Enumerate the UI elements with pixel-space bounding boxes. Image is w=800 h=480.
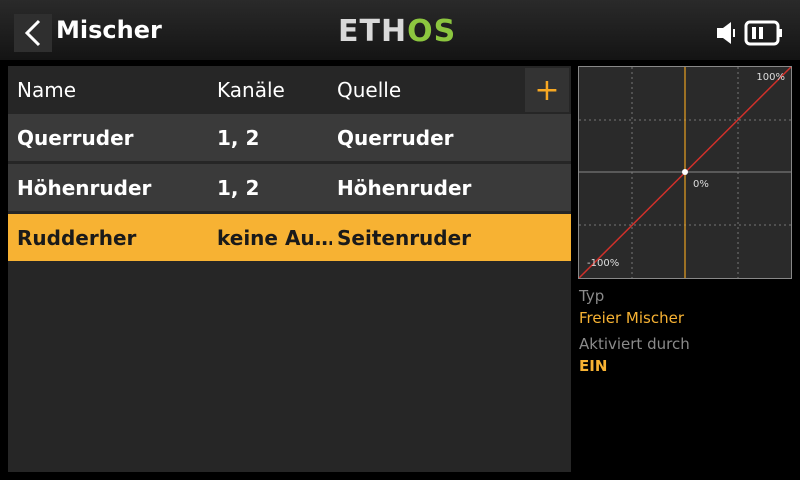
row-name: Querruder — [17, 126, 134, 150]
curve-label-bottom: -100% — [587, 258, 620, 269]
add-mixer-button[interactable]: + — [525, 68, 569, 112]
type-value: Freier Mischer — [579, 309, 685, 327]
column-header-source: Quelle — [337, 78, 402, 102]
mixer-curve-preview: 100% 0% -100% — [578, 66, 792, 279]
activated-value: EIN — [579, 357, 608, 375]
logo-part-accent: OS — [407, 14, 457, 49]
battery-icon — [744, 20, 782, 46]
column-header-channels: Kanäle — [217, 78, 285, 102]
curve-graph — [579, 67, 791, 278]
speaker-icon — [717, 22, 735, 44]
table-header: Name Kanäle Quelle + — [8, 66, 571, 114]
logo-part-main: ETH — [338, 14, 408, 49]
row-source: Seitenruder — [337, 226, 472, 250]
table-row-selected[interactable]: Rudderher keine Au… Seitenruder — [8, 214, 571, 261]
row-channels: keine Au… — [217, 226, 332, 250]
row-source: Querruder — [337, 126, 454, 150]
row-source: Höhenruder — [337, 176, 472, 200]
type-label: Typ — [579, 287, 605, 305]
row-channels: 1, 2 — [217, 176, 260, 200]
status-area — [716, 20, 784, 46]
chevron-left-icon — [24, 19, 41, 47]
top-bar: Mischer ETHOS — [0, 0, 800, 60]
mixer-list-panel: Name Kanäle Quelle + Querruder 1, 2 Quer… — [8, 66, 571, 472]
curve-label-center: 0% — [693, 179, 709, 190]
curve-label-top: 100% — [756, 72, 785, 83]
column-header-name: Name — [17, 78, 77, 102]
ethos-logo: ETHOS — [338, 16, 456, 48]
back-button[interactable] — [14, 14, 52, 52]
row-name: Höhenruder — [17, 176, 152, 200]
table-row[interactable]: Höhenruder 1, 2 Höhenruder — [8, 164, 571, 211]
activated-label: Aktiviert durch — [579, 335, 690, 353]
table-row[interactable]: Querruder 1, 2 Querruder — [8, 114, 571, 161]
row-name: Rudderher — [17, 226, 137, 250]
row-channels: 1, 2 — [217, 126, 260, 150]
page-title: Mischer — [56, 16, 162, 44]
